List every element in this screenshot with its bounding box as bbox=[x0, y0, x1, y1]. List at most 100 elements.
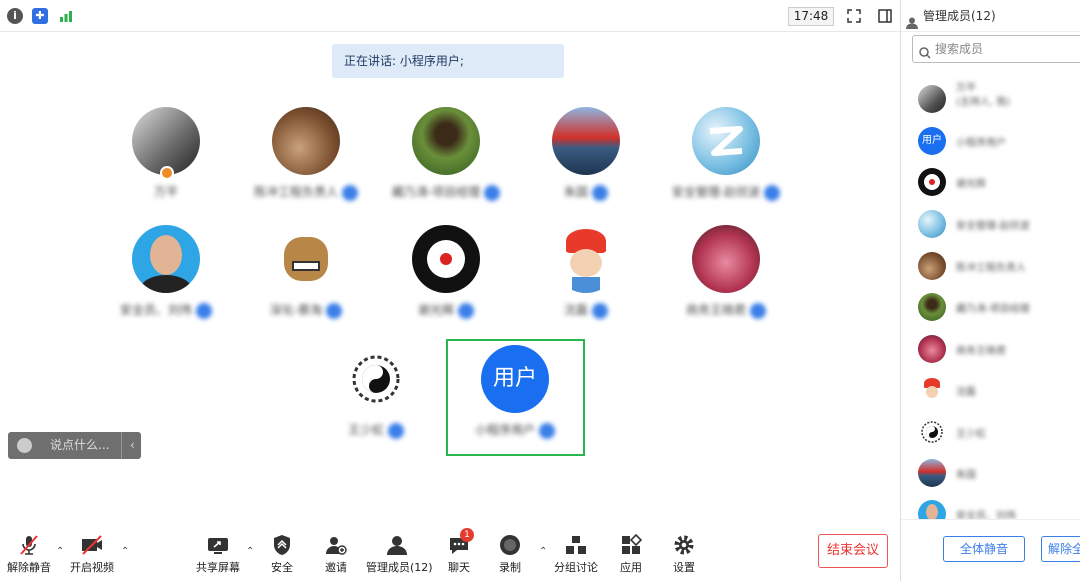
member-list-item[interactable]: 用户 小程序用户 bbox=[918, 127, 1078, 157]
record-icon bbox=[500, 535, 520, 555]
member-list-item[interactable]: 安全员、刘伟 bbox=[918, 500, 1078, 519]
unmute-button[interactable]: 解除静音 bbox=[6, 534, 52, 575]
unmute-all-button[interactable]: 解除全 bbox=[1041, 536, 1080, 562]
participant-tile[interactable]: 深化-蔡淘 bbox=[238, 225, 374, 319]
avatar bbox=[918, 168, 946, 196]
end-meeting-button[interactable]: 结束会议 bbox=[818, 534, 888, 568]
member-list-item[interactable]: 万平 (主持人, 我) bbox=[918, 83, 1078, 115]
fullscreen-icon[interactable] bbox=[846, 8, 862, 24]
member-list-item[interactable]: 藏乃涛-项目经理 bbox=[918, 293, 1078, 323]
avatar bbox=[918, 335, 946, 363]
member-list-item[interactable]: 商务王晓君 bbox=[918, 335, 1078, 365]
security-button[interactable]: 安全 bbox=[266, 534, 298, 575]
avatar: 用户 bbox=[481, 345, 549, 413]
microphone-icon bbox=[539, 422, 555, 439]
info-icon[interactable]: i bbox=[7, 8, 23, 24]
member-search-input[interactable]: 搜索成员 bbox=[912, 35, 1080, 63]
participant-name: 沈磊 bbox=[563, 303, 588, 317]
participant-tile[interactable]: 商务王晓君 bbox=[658, 225, 794, 319]
start-video-button[interactable]: 开启视频 bbox=[68, 534, 116, 575]
participant-tile[interactable]: 陈冲工程负责人 bbox=[238, 107, 374, 201]
avatar bbox=[918, 500, 946, 519]
invite-button[interactable]: 邀请 bbox=[320, 534, 352, 575]
participant-tile[interactable]: 王少虹 bbox=[308, 345, 444, 439]
member-list-item[interactable]: 谢光辉 bbox=[918, 168, 1078, 198]
microphone-icon bbox=[484, 184, 501, 201]
mute-all-button[interactable]: 全体静音 bbox=[943, 536, 1025, 562]
avatar: 用户 bbox=[918, 127, 946, 155]
meeting-topbar: i ✚ 17:48 bbox=[0, 0, 900, 32]
avatar bbox=[918, 85, 946, 113]
microphone-icon bbox=[764, 184, 781, 201]
participant-tile[interactable]: 谢光辉 bbox=[378, 225, 514, 319]
participant-tile[interactable]: 用户 小程序用户 bbox=[447, 345, 583, 439]
participant-name: 朱国 bbox=[563, 185, 588, 199]
avatar bbox=[918, 418, 946, 446]
avatar bbox=[272, 225, 340, 293]
member-list-item[interactable]: 王少虹 bbox=[918, 418, 1078, 448]
members-panel: 管理成员(12) 搜索成员 万平 (主持人, 我) 用户 小程序用户 谢光辉 安全… bbox=[900, 0, 1080, 581]
participant-tile[interactable]: 朱国 bbox=[518, 107, 654, 201]
sidebar-toggle-icon[interactable] bbox=[877, 8, 893, 24]
participant-name: 万平 bbox=[153, 185, 178, 199]
breakout-icon bbox=[566, 536, 586, 554]
avatar bbox=[918, 293, 946, 321]
avatar bbox=[272, 107, 340, 175]
participant-tile[interactable]: 藏乃涛-项目经理 bbox=[378, 107, 514, 201]
microphone-muted-icon bbox=[20, 535, 38, 555]
member-list-item[interactable]: 安全管理-赵欣波 bbox=[918, 210, 1078, 240]
meeting-toolbar: 解除静音 ⌃ 开启视频 ⌃ 共享屏幕 ⌃ 安全 邀请 管理成员(12) 1 聊天… bbox=[0, 526, 900, 581]
member-list-item[interactable]: 沈磊 bbox=[918, 376, 1078, 406]
share-screen-icon bbox=[208, 538, 228, 554]
apps-button[interactable]: 应用 bbox=[618, 534, 644, 575]
avatar bbox=[692, 225, 760, 293]
members-icon bbox=[387, 536, 407, 555]
microphone-icon bbox=[592, 302, 608, 319]
settings-button[interactable]: 设置 bbox=[671, 534, 697, 575]
chevron-up-icon[interactable]: ⌃ bbox=[121, 546, 129, 557]
shield-icon[interactable]: ✚ bbox=[32, 8, 48, 24]
member-list-item[interactable]: 朱国 bbox=[918, 459, 1078, 489]
microphone-icon bbox=[342, 184, 358, 201]
chevron-up-icon[interactable]: ⌃ bbox=[56, 546, 64, 557]
chat-placeholder: 说点什么... bbox=[50, 438, 110, 452]
signal-icon[interactable] bbox=[58, 8, 74, 24]
emoji-icon[interactable] bbox=[17, 438, 32, 453]
avatar bbox=[132, 107, 200, 175]
participant-name: 王少虹 bbox=[347, 423, 384, 437]
share-screen-button[interactable]: 共享屏幕 bbox=[195, 534, 241, 575]
participant-name: 藏乃涛-项目经理 bbox=[391, 185, 481, 199]
chevron-left-icon[interactable]: ‹ bbox=[121, 432, 135, 459]
microphone-icon bbox=[196, 302, 212, 319]
participant-name: 深化-蔡淘 bbox=[269, 303, 323, 317]
members-panel-title: 管理成员(12) bbox=[923, 9, 996, 23]
chat-button[interactable]: 1 聊天 bbox=[446, 528, 474, 575]
host-badge-icon bbox=[160, 166, 174, 180]
meeting-clock: 17:48 bbox=[788, 7, 834, 26]
microphone-icon bbox=[592, 184, 608, 201]
search-icon bbox=[919, 42, 931, 68]
member-list-item[interactable]: 陈冲工程负责人 bbox=[918, 252, 1078, 282]
participant-tile[interactable]: 万平 bbox=[98, 107, 234, 201]
avatar bbox=[132, 225, 200, 293]
chevron-up-icon[interactable]: ⌃ bbox=[246, 546, 254, 557]
participant-tile[interactable]: 安全员、刘伟 bbox=[98, 225, 234, 319]
microphone-icon bbox=[388, 422, 404, 439]
participant-name: 小程序用户 bbox=[474, 423, 535, 437]
participant-name: 谢光辉 bbox=[417, 303, 454, 317]
camera-off-icon bbox=[82, 535, 102, 555]
avatar bbox=[918, 376, 946, 404]
avatar bbox=[552, 225, 620, 293]
avatar bbox=[412, 107, 480, 175]
add-user-icon bbox=[326, 537, 347, 555]
avatar bbox=[918, 210, 946, 238]
manage-members-button[interactable]: 管理成员(12) bbox=[366, 534, 433, 575]
chat-quick-input[interactable]: 说点什么... ‹ bbox=[8, 432, 141, 459]
breakout-rooms-button[interactable]: 分组讨论 bbox=[553, 534, 599, 575]
participant-tile[interactable]: 安全管理-赵欣波 bbox=[658, 107, 794, 201]
chevron-up-icon[interactable]: ⌃ bbox=[539, 546, 547, 557]
record-button[interactable]: 录制 bbox=[496, 534, 524, 575]
apps-icon bbox=[622, 534, 642, 554]
participant-name: 商务王晓君 bbox=[685, 303, 746, 317]
participant-tile[interactable]: 沈磊 bbox=[518, 225, 654, 319]
